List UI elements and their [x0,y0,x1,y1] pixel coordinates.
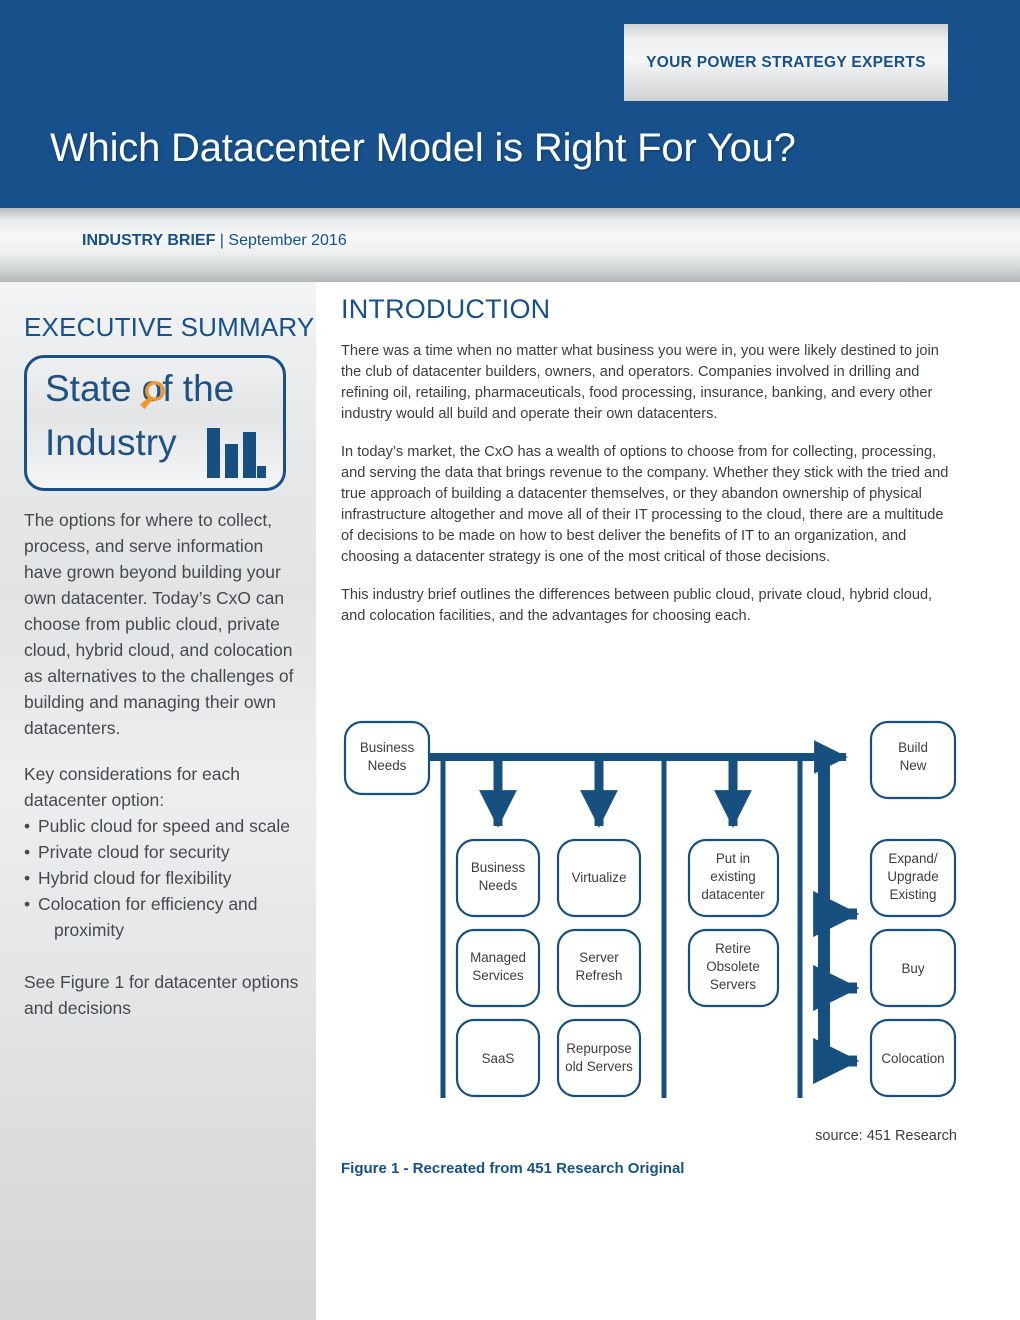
meta-date: September 2016 [228,232,347,249]
body-paragraph: There was a time when no matter what bus… [341,343,939,422]
list-item-continuation: proximity [54,920,125,940]
node-label-line: Needs [368,758,407,773]
figure-ref-line-1: See Figure 1 for datacenter options [24,972,299,992]
node-label-line: datacenter [701,887,765,902]
node-saas: SaaS [455,1018,541,1098]
logo-line-2: Industry [45,422,177,464]
sidebar-paragraph: The options for where to collect, proces… [24,510,294,738]
node-label-line: Refresh [576,968,623,983]
node-label-line: Services [472,968,524,983]
node-label-line: Servers [710,977,756,992]
node-label-line: Business [471,860,526,875]
state-of-the-industry-logo: State of the Industry [24,355,286,491]
figure-caption: Figure 1 - Recreated from 451 Research O… [341,1160,685,1177]
sidebar-considerations-intro: Key considerations for each datacenter o… [24,761,306,813]
list-item: Public cloud for speed and scale [24,813,306,839]
flowchart-svg: Business Needs Business Needs Managed Se… [343,720,957,1098]
header-band: YOUR POWER STRATEGY EXPERTS Which Datace… [0,0,1020,208]
executive-summary-sidebar: EXECUTIVE SUMMARY State of the Industry [0,282,316,1320]
sidebar-figure-reference: See Figure 1 for datacenter options and … [24,969,306,1021]
page-title: Which Datacenter Model is Right For You? [50,126,796,170]
node-colocation: Colocation [869,1018,957,1098]
node-retire-obsolete-servers: Retire Obsolete Servers [687,928,780,1008]
node-label-line: Put in [716,851,750,866]
node-label-line: SaaS [482,1051,515,1066]
node-label-line: Obsolete [706,959,760,974]
body-paragraph: This industry brief outlines the differe… [341,587,933,624]
node-label-line: New [900,758,927,773]
node-label-line: Build [898,740,928,755]
node-put-in-existing-datacenter: Put in existing datacenter [687,838,780,918]
node-label-line: Upgrade [887,869,938,884]
node-label-line: Colocation [881,1051,944,1066]
list-item: Hybrid cloud for flexibility [24,865,306,891]
node-label-line: Existing [890,887,937,902]
node-label-line: Repurpose [566,1041,632,1056]
node-repurpose-old-servers: Repurpose old Servers [556,1018,642,1098]
node-virtualize: Virtualize [556,838,642,918]
document-page: YOUR POWER STRATEGY EXPERTS Which Datace… [0,0,1020,1320]
considerations-intro-line-1: Key considerations for each [24,764,240,784]
node-managed-services: Managed Services [455,928,541,1008]
considerations-list: Public cloud for speed and scale Private… [24,813,306,943]
list-item: Private cloud for security [24,839,306,865]
node-label-line: Retire [715,941,751,956]
figure-source: source: 451 Research [815,1128,957,1144]
magnifying-glass-icon [140,381,165,410]
executive-summary-heading: EXECUTIVE SUMMARY [24,312,315,342]
node-label-line: old Servers [565,1059,633,1074]
logo-line-2-text: Industry [45,422,177,463]
node-label-line: Managed [470,950,526,965]
node-label-line: Needs [479,878,518,893]
node-business-needs-start: Business Needs [343,720,431,796]
tagline-box: YOUR POWER STRATEGY EXPERTS [624,24,948,101]
list-item: Colocation for efficiency and [24,891,306,917]
main-content: INTRODUCTION There was a time when no ma… [341,294,957,644]
node-label-line: Business [360,740,415,755]
figure-ref-line-2: and decisions [24,998,132,1018]
node-buy: Buy [869,928,957,1008]
node-label-line: existing [710,869,755,884]
introduction-heading: INTRODUCTION [341,294,551,324]
node-label-line: Virtualize [572,870,627,885]
node-label-line: Expand/ [888,851,937,866]
node-label-line: Server [579,950,619,965]
node-server-refresh: Server Refresh [556,928,642,1008]
node-label-line: Buy [901,961,924,976]
body-paragraph: In today’s market, the CxO has a wealth … [341,444,949,565]
node-build-new: Build New [869,720,957,800]
bar-chart-icon [207,428,266,478]
tagline-text: YOUR POWER STRATEGY EXPERTS [646,53,926,71]
meta-label: INDUSTRY BRIEF [82,232,216,249]
datacenter-decision-flowchart: Business Needs Business Needs Managed Se… [341,716,961,1116]
document-meta: INDUSTRY BRIEF | September 2016 [82,232,347,250]
considerations-intro-line-2: datacenter option: [24,790,165,810]
node-business-needs: Business Needs [455,838,541,918]
node-expand-upgrade-existing: Expand/ Upgrade Existing [869,838,957,918]
